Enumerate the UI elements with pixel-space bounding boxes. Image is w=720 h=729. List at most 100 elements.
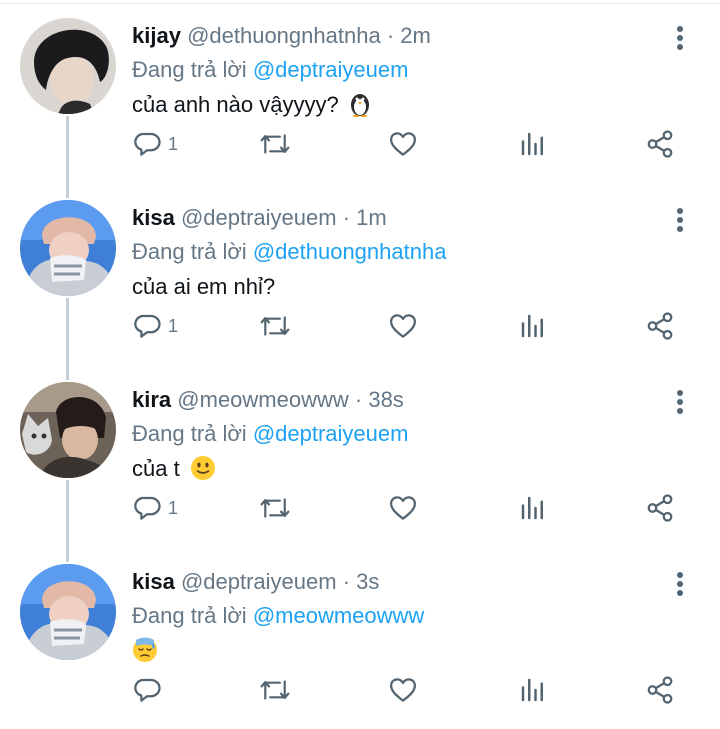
retweet-button[interactable] — [258, 670, 292, 710]
display-name[interactable]: kijay — [132, 23, 181, 48]
reply-icon — [134, 496, 161, 520]
replying-to-label: Đang trả lời — [132, 57, 247, 82]
share-icon — [647, 312, 673, 340]
reply-count: 1 — [168, 315, 179, 336]
reply-count: 1 — [168, 133, 179, 154]
tweet-text-content: của t — [132, 456, 180, 481]
reply-count: 1 — [168, 497, 179, 518]
tweet-text-content: của anh nào vậyyyy? — [132, 92, 339, 117]
reply-button[interactable]: 1 — [132, 124, 178, 164]
tweet-3[interactable]: kira @meowmeowww · 38s Đang trả lời @dep… — [0, 364, 720, 546]
conversation-thread: kijay @dethuongnhatnha · 2m Đang trả lời… — [0, 0, 720, 729]
mention-link[interactable]: @dethuongnhatnha — [253, 239, 447, 264]
display-name[interactable]: kisa — [132, 569, 175, 594]
share-icon — [647, 494, 673, 522]
heart-icon — [390, 496, 416, 520]
tweet-header: kira @meowmeowww · 38s — [132, 386, 404, 414]
tweet-1[interactable]: kijay @dethuongnhatnha · 2m Đang trả lời… — [0, 0, 720, 182]
tweet-4[interactable]: kisa @deptraiyeuem · 3s Đang trả lời @me… — [0, 546, 720, 728]
replying-to: Đang trả lời @deptraiyeuem — [132, 56, 408, 84]
mention-link[interactable]: @deptraiyeuem — [253, 421, 409, 446]
tweet-2[interactable]: kisa @deptraiyeuem · 1m Đang trả lời @de… — [0, 182, 720, 364]
thread-connector-line — [66, 546, 69, 562]
tweet-text-content: của ai em nhỉ? — [132, 274, 276, 299]
reply-button[interactable] — [132, 670, 168, 710]
tweet-text — [132, 636, 158, 671]
analytics-icon — [521, 678, 543, 702]
timestamp[interactable]: · 38s — [355, 387, 404, 412]
tweet-header: kisa @deptraiyeuem · 3s — [132, 568, 379, 596]
more-options-icon[interactable] — [670, 572, 690, 602]
username[interactable]: @deptraiyeuem — [181, 569, 337, 594]
mention-link[interactable]: @deptraiyeuem — [253, 57, 409, 82]
retweet-icon — [260, 316, 290, 336]
retweet-icon — [260, 498, 290, 518]
timestamp[interactable]: · 2m — [387, 23, 431, 48]
more-options-icon[interactable] — [670, 390, 690, 420]
avatar-kisa[interactable] — [20, 564, 116, 660]
timestamp[interactable]: · 3s — [343, 569, 380, 594]
reply-button[interactable]: 1 — [132, 488, 178, 528]
analytics-button[interactable] — [518, 124, 548, 164]
analytics-button[interactable] — [518, 488, 548, 528]
tweet-actions: 1 — [0, 124, 720, 164]
heart-icon — [390, 132, 416, 156]
share-button[interactable] — [645, 488, 675, 528]
like-button[interactable] — [388, 670, 418, 710]
like-button[interactable] — [388, 488, 418, 528]
avatar-kijay[interactable] — [20, 18, 116, 114]
penguin-emoji — [349, 91, 371, 125]
share-icon — [647, 130, 673, 158]
downcast-sweat-emoji — [132, 637, 158, 671]
avatar-kira[interactable] — [20, 382, 116, 478]
tweet-text: của t — [132, 454, 216, 489]
username[interactable]: @meowmeowww — [177, 387, 348, 412]
retweet-icon — [260, 134, 290, 154]
reply-icon — [134, 132, 161, 156]
share-icon — [647, 676, 673, 704]
replying-to-label: Đang trả lời — [132, 603, 247, 628]
retweet-button[interactable] — [258, 306, 292, 346]
reply-icon — [134, 314, 161, 338]
thread-connector-line — [66, 182, 69, 198]
reply-icon — [134, 678, 161, 702]
display-name[interactable]: kira — [132, 387, 171, 412]
share-button[interactable] — [645, 306, 675, 346]
like-button[interactable] — [388, 306, 418, 346]
retweet-button[interactable] — [258, 488, 292, 528]
analytics-icon — [521, 314, 543, 338]
retweet-button[interactable] — [258, 124, 292, 164]
tweet-actions — [0, 670, 720, 710]
slight-smile-emoji — [190, 455, 216, 489]
avatar-kisa[interactable] — [20, 200, 116, 296]
replying-to: Đang trả lời @dethuongnhatnha — [132, 238, 446, 266]
tweet-text: của ai em nhỉ? — [132, 272, 275, 302]
tweet-actions: 1 — [0, 306, 720, 346]
share-button[interactable] — [645, 670, 675, 710]
reply-button[interactable]: 1 — [132, 306, 178, 346]
tweet-text: của anh nào vậyyyy? — [132, 90, 371, 125]
tweet-actions: 1 — [0, 488, 720, 528]
retweet-icon — [260, 680, 290, 700]
analytics-button[interactable] — [518, 306, 548, 346]
replying-to-label: Đang trả lời — [132, 421, 247, 446]
heart-icon — [390, 678, 416, 702]
more-options-icon[interactable] — [670, 208, 690, 238]
more-options-icon[interactable] — [670, 26, 690, 56]
analytics-icon — [521, 496, 543, 520]
username[interactable]: @dethuongnhatnha — [187, 23, 381, 48]
tweet-header: kisa @deptraiyeuem · 1m — [132, 204, 387, 232]
share-button[interactable] — [645, 124, 675, 164]
replying-to: Đang trả lời @meowmeowww — [132, 602, 424, 630]
display-name[interactable]: kisa — [132, 205, 175, 230]
tweet-header: kijay @dethuongnhatnha · 2m — [132, 22, 431, 50]
username[interactable]: @deptraiyeuem — [181, 205, 337, 230]
like-button[interactable] — [388, 124, 418, 164]
timestamp[interactable]: · 1m — [343, 205, 387, 230]
heart-icon — [390, 314, 416, 338]
mention-link[interactable]: @meowmeowww — [253, 603, 424, 628]
analytics-button[interactable] — [518, 670, 548, 710]
thread-connector-line — [66, 364, 69, 380]
replying-to: Đang trả lời @deptraiyeuem — [132, 420, 408, 448]
analytics-icon — [521, 132, 543, 156]
